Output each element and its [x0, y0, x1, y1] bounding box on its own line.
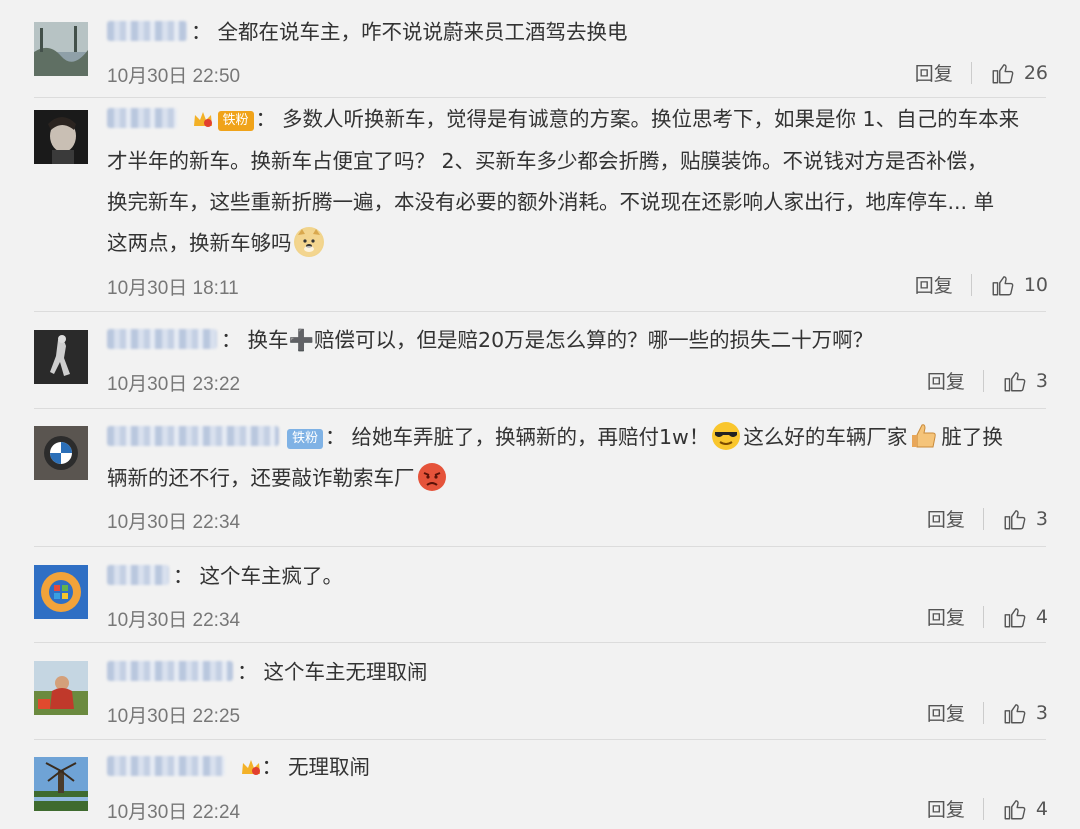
timestamp: 10月30日 23:22	[107, 374, 241, 395]
comment-body: 铁粉：给她车弄脏了，换辆新的，再赔付1w！ 这么好的车辆厂家 脏了换	[107, 416, 1050, 458]
like-button[interactable]: 3	[1002, 506, 1048, 532]
like-button[interactable]: 3	[1002, 700, 1048, 726]
comment-text: 这么好的车辆厂家	[743, 425, 908, 449]
thumbs-up-icon	[1004, 371, 1026, 391]
like-button[interactable]: 26	[990, 60, 1048, 86]
comment-body: 这两点，换新车够吗	[107, 222, 1050, 264]
thumbs-up-emoji-icon	[909, 421, 939, 451]
username-blurred[interactable]	[107, 329, 217, 349]
thumbs-up-icon	[992, 275, 1014, 295]
like-count: 10	[1023, 273, 1048, 296]
avatar[interactable]	[34, 426, 88, 480]
comment-actions: 回复 4	[927, 603, 1048, 630]
reply-button[interactable]: 回复	[927, 795, 965, 822]
like-count: 4	[1035, 605, 1048, 628]
divider	[970, 273, 972, 296]
username-blurred[interactable]	[107, 756, 225, 776]
reply-button[interactable]: 回复	[927, 505, 965, 532]
thumbs-up-icon	[1004, 509, 1026, 529]
comment-actions: 回复 3	[927, 505, 1048, 532]
comment-body: ：换车➕赔偿可以，但是赔20万是怎么算的？哪一些的损失二十万啊？	[107, 319, 1050, 361]
thumbs-up-icon	[1004, 607, 1026, 627]
comment-text: 换完新车，这些重新折腾一遍，本没有必要的额外消耗。不说现在还影响人家出行，地库停…	[107, 190, 995, 214]
comment-text: 换车➕赔偿可以，但是赔20万是怎么算的？哪一些的损失二十万啊？	[247, 328, 874, 352]
cool-emoji-icon	[711, 421, 741, 451]
timestamp: 10月30日 22:24	[107, 802, 241, 823]
like-count: 3	[1035, 701, 1048, 724]
fan-badge: 铁粉	[217, 111, 254, 131]
divider	[34, 546, 1046, 547]
reply-button[interactable]: 回复	[915, 59, 953, 86]
vip-crown-icon	[192, 100, 214, 142]
reply-button[interactable]: 回复	[927, 367, 965, 394]
comment-text: 无理取闹	[288, 755, 371, 779]
thumbs-up-icon	[1004, 799, 1026, 819]
avatar[interactable]	[34, 661, 88, 715]
comment-text: 这个车主疯了。	[199, 564, 344, 588]
vip-crown-icon	[240, 748, 262, 790]
divider	[34, 311, 1046, 312]
avatar[interactable]	[34, 757, 88, 811]
comment-actions: 回复 4	[927, 795, 1048, 822]
reply-button[interactable]: 回复	[927, 699, 965, 726]
fan-badge: 铁粉	[287, 429, 324, 449]
divider	[982, 507, 984, 530]
divider	[982, 369, 984, 392]
username-blurred[interactable]	[107, 108, 177, 128]
divider	[982, 797, 984, 820]
comment-body: 辆新的还不行，还要敲诈勒索车厂	[107, 457, 1050, 499]
divider	[34, 408, 1046, 409]
avatar[interactable]	[34, 565, 88, 619]
like-button[interactable]: 10	[990, 272, 1048, 298]
timestamp: 10月30日 22:25	[107, 706, 241, 727]
comment-text: 全都在说车主，咋不说说蔚来员工酒驾去换电	[217, 20, 628, 44]
reply-button[interactable]: 回复	[927, 603, 965, 630]
username-blurred[interactable]	[107, 426, 279, 446]
avatar[interactable]	[34, 22, 88, 76]
comment-body: ：全都在说车主，咋不说说蔚来员工酒驾去换电	[107, 11, 1050, 53]
avatar[interactable]	[34, 330, 88, 384]
like-count: 3	[1035, 369, 1048, 392]
comment-text: 才半年的新车。换新车占便宜了吗？ 2、买新车多少都会折腾，贴膜装饰。不说钱对方是…	[107, 149, 988, 173]
doge-emoji-icon	[293, 227, 324, 257]
comment-actions: 回复 10	[915, 271, 1048, 298]
thumbs-up-icon	[992, 63, 1014, 83]
reply-button[interactable]: 回复	[915, 271, 953, 298]
timestamp: 10月30日 22:34	[107, 610, 241, 631]
comment-body: ：这个车主无理取闹	[107, 651, 1050, 693]
comment-text: 辆新的还不行，还要敲诈勒索车厂	[107, 466, 415, 490]
like-count: 3	[1035, 507, 1048, 530]
angry-emoji-icon	[417, 462, 447, 492]
username-blurred[interactable]	[107, 21, 187, 41]
timestamp: 10月30日 18:11	[107, 278, 239, 299]
username-blurred[interactable]	[107, 565, 169, 585]
comment-actions: 回复 3	[927, 367, 1048, 394]
like-count: 4	[1035, 797, 1048, 820]
avatar[interactable]	[34, 110, 88, 164]
comment-body: ：无理取闹	[107, 746, 1050, 790]
divider	[982, 605, 984, 628]
timestamp: 10月30日 22:50	[107, 66, 241, 87]
comment-actions: 回复 26	[915, 59, 1048, 86]
like-button[interactable]: 3	[1002, 368, 1048, 394]
divider	[970, 61, 972, 84]
like-button[interactable]: 4	[1002, 604, 1048, 630]
timestamp: 10月30日 22:34	[107, 512, 241, 533]
comment-text: 这个车主无理取闹	[263, 660, 428, 684]
comment-text: 多数人听换新车，觉得是有诚意的方案。换位思考下，如果是你 1、自己的车本来	[282, 107, 1020, 131]
divider	[34, 739, 1046, 740]
like-button[interactable]: 4	[1002, 796, 1048, 822]
like-count: 26	[1023, 61, 1048, 84]
comment-text: 这两点，换新车够吗	[107, 231, 292, 255]
thumbs-up-icon	[1004, 703, 1026, 723]
comment-text: 脏了换	[941, 425, 1003, 449]
comment-body: 铁粉：多数人听换新车，觉得是有诚意的方案。换位思考下，如果是你 1、自己的车本来	[107, 98, 1050, 142]
comment-body: ：这个车主疯了。	[107, 555, 1050, 597]
divider	[34, 642, 1046, 643]
username-blurred[interactable]	[107, 661, 233, 681]
comment-text: 给她车弄脏了，换辆新的，再赔付1w！	[351, 425, 710, 449]
divider	[982, 701, 984, 724]
comment-actions: 回复 3	[927, 699, 1048, 726]
